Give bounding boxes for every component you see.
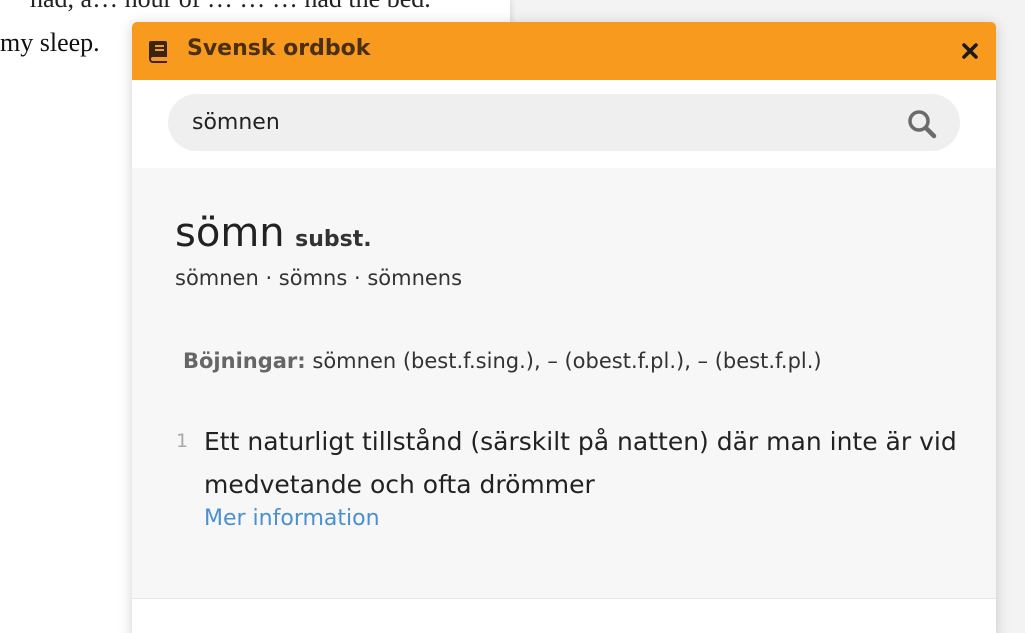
- sense-definition: Ett naturligt tillstånd (särskilt på nat…: [204, 427, 957, 499]
- more-information-link[interactable]: Mer information: [204, 506, 380, 531]
- background-text-line: had, a… hour of … … … had the bed.: [30, 0, 431, 14]
- part-of-speech: subst.: [295, 227, 372, 252]
- background-text-line: my sleep.: [0, 28, 100, 57]
- search-icon[interactable]: [906, 108, 938, 140]
- headword-row: sömn subst.: [175, 210, 372, 256]
- sense-number: 1: [176, 430, 189, 452]
- search-box: [168, 94, 960, 151]
- popup-title: Svensk ordbok: [187, 36, 371, 61]
- search-input[interactable]: [192, 106, 892, 138]
- dictionary-entry: sömn subst. sömnen · sömns · sömnens Böj…: [132, 168, 996, 599]
- inflections-text: sömnen (best.f.sing.), – (obest.f.pl.), …: [312, 349, 822, 373]
- close-icon[interactable]: [958, 39, 982, 63]
- inflections: Böjningar: sömnen (best.f.sing.), – (obe…: [183, 349, 822, 373]
- headword: sömn: [175, 210, 285, 256]
- book-icon: [149, 41, 167, 63]
- dictionary-popup: Svensk ordbok sömn subst. sömnen · sömns…: [132, 22, 996, 633]
- inflections-label: Böjningar:: [183, 349, 306, 373]
- search-area: [132, 80, 996, 169]
- word-forms: sömnen · sömns · sömnens: [175, 266, 463, 290]
- popup-header: Svensk ordbok: [132, 22, 996, 80]
